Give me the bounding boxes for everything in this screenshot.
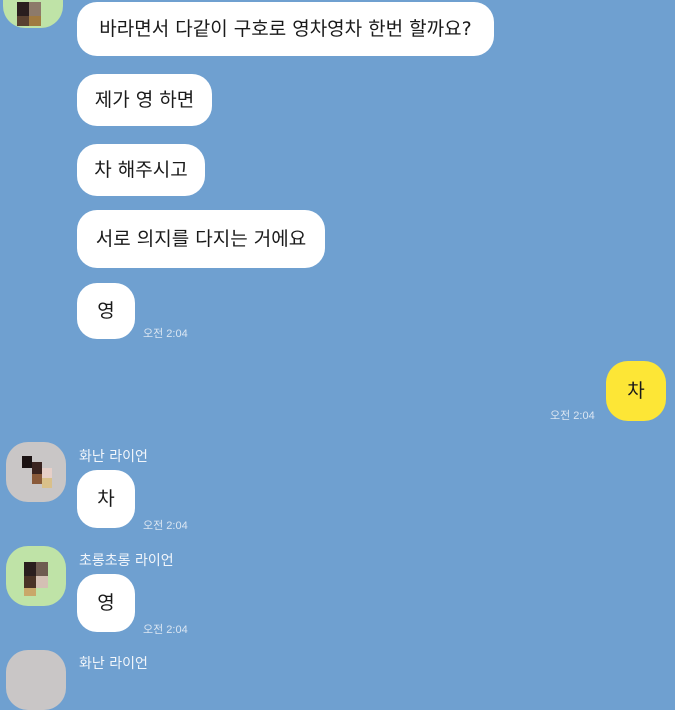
message-timestamp: 오전 2:04: [143, 520, 188, 532]
avatar-pixel: [29, 2, 41, 16]
message-text: 바라면서 다같이 구호로 영차영차 한번 할까요?: [99, 17, 472, 40]
message-timestamp: 오전 2:04: [143, 624, 188, 636]
avatar-pixel: [32, 474, 42, 484]
avatar-pixel: [17, 2, 29, 16]
message-text: 차: [97, 487, 115, 510]
message-text: 차: [627, 379, 645, 402]
avatar-pixel: [42, 468, 52, 478]
message-text: 제가 영 하면: [94, 88, 195, 111]
message-bubble[interactable]: 제가 영 하면: [77, 74, 212, 126]
avatar[interactable]: [3, 0, 63, 28]
sender-name: 화난 라이언: [79, 449, 148, 465]
message-bubble[interactable]: 바라면서 다같이 구호로 영차영차 한번 할까요?: [77, 2, 494, 56]
message-bubble[interactable]: 차: [77, 470, 135, 528]
avatar-pixel: [24, 588, 36, 596]
message-text: 영: [97, 591, 115, 614]
avatar-pixel: [29, 16, 41, 26]
avatar[interactable]: [6, 442, 66, 502]
message-timestamp: 오전 2:04: [550, 410, 595, 422]
avatar-pixel: [22, 456, 32, 468]
message-text: 서로 의지를 다지는 거에요: [95, 227, 307, 250]
sender-name: 화난 라이언: [79, 656, 148, 672]
message-bubble[interactable]: 차 해주시고: [77, 144, 205, 196]
avatar[interactable]: [6, 650, 66, 710]
message-bubble[interactable]: 영: [77, 574, 135, 632]
avatar-pixel: [17, 16, 29, 26]
avatar[interactable]: [6, 546, 66, 606]
message-bubble[interactable]: 서로 의지를 다지는 거에요: [77, 210, 325, 268]
my-message-bubble[interactable]: 차: [606, 361, 666, 421]
avatar-pixel: [24, 562, 36, 576]
avatar-pixel: [32, 462, 42, 474]
avatar-pixel: [24, 576, 36, 588]
message-text: 영: [97, 299, 115, 322]
avatar-pixel: [36, 576, 48, 588]
message-bubble[interactable]: 영: [77, 283, 135, 339]
avatar-pixel: [36, 562, 48, 576]
avatar-pixel: [42, 478, 52, 488]
message-text: 차 해주시고: [94, 158, 188, 181]
sender-name: 초롱초롱 라이언: [79, 553, 174, 569]
message-timestamp: 오전 2:04: [143, 328, 188, 340]
